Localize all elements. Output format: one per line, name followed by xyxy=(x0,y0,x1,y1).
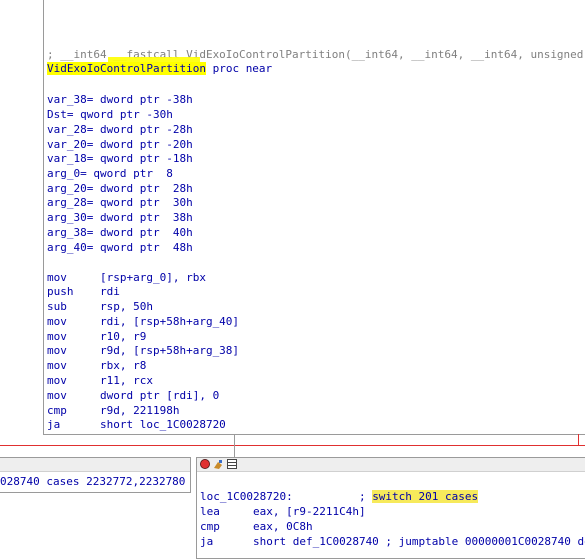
stack-var-line[interactable]: var_28= dword ptr -28h xyxy=(47,123,193,137)
instruction-line[interactable]: lea eax, [r9-2211C4h] xyxy=(200,505,366,519)
instruction-line[interactable]: ja short loc_1C0028720 xyxy=(47,418,226,432)
node-titlebar[interactable] xyxy=(197,458,585,472)
instruction-line[interactable]: sub rsp, 50h xyxy=(47,300,153,314)
graph-node-jumptable-cases[interactable]: 028740 cases 2232772,2232780 xyxy=(0,457,191,493)
stack-var-line[interactable]: var_38= dword ptr -38h xyxy=(47,93,193,107)
node-color-icon[interactable] xyxy=(200,459,210,469)
graph-node-switch[interactable]: loc_1C0028720: ; switch 201 cases lea ea… xyxy=(196,457,585,559)
instruction-line[interactable]: ja short def_1C0028740 ; jumptable 00000… xyxy=(200,535,585,549)
function-graph-node[interactable]: ; __int64 __fastcall VidExoIoControlPart… xyxy=(43,0,585,435)
instruction-line[interactable]: mov r10, r9 xyxy=(47,330,146,344)
stack-var-line[interactable]: arg_20= dword ptr 28h xyxy=(47,182,193,196)
instruction-line[interactable]: mov r11, rcx xyxy=(47,374,153,388)
graph-edge-true-branch xyxy=(578,434,579,446)
instruction-line[interactable]: mov rdi, [rsp+58h+arg_40] xyxy=(47,315,239,329)
proc-name-highlighted[interactable]: VidExoIoControlPartition xyxy=(47,62,206,75)
instruction-line[interactable]: mov [rsp+arg_0], rbx xyxy=(47,271,206,285)
stack-var-line[interactable]: arg_0= qword ptr 8 xyxy=(47,167,173,181)
graph-edge-false-branch xyxy=(0,445,585,446)
proc-header[interactable]: VidExoIoControlPartition proc near xyxy=(47,62,272,76)
instruction-line[interactable]: mov dword ptr [rdi], 0 xyxy=(47,389,219,403)
stack-var-line[interactable]: arg_40= qword ptr 48h xyxy=(47,241,193,255)
graph-edge-connector xyxy=(234,434,235,457)
stack-var-line[interactable]: var_18= qword ptr -18h xyxy=(47,152,193,166)
location-label: loc_1C0028720: ; xyxy=(200,490,373,503)
node-titlebar[interactable] xyxy=(0,458,190,472)
switch-label-line[interactable]: loc_1C0028720: ; switch 201 cases xyxy=(200,490,479,504)
stack-var-line[interactable]: arg_30= dword ptr 38h xyxy=(47,211,193,225)
stack-var-line[interactable]: var_20= dword ptr -20h xyxy=(47,138,193,152)
instruction-line[interactable]: cmp r9d, 221198h xyxy=(47,404,179,418)
proc-suffix: proc near xyxy=(205,62,273,75)
graph-overview-icon[interactable] xyxy=(227,459,237,469)
stack-var-line[interactable]: Dst= qword ptr -30h xyxy=(47,108,173,122)
instruction-line[interactable]: push rdi xyxy=(47,285,120,299)
switch-comment-highlighted: switch 201 cases xyxy=(372,490,479,503)
marker-highlight xyxy=(108,57,200,63)
instruction-line[interactable]: mov r9d, [rsp+58h+arg_38] xyxy=(47,344,239,358)
stack-var-line[interactable]: arg_28= qword ptr 30h xyxy=(47,196,193,210)
instruction-line[interactable]: mov rbx, r8 xyxy=(47,359,146,373)
paint-icon[interactable] xyxy=(213,459,223,469)
jumptable-cases-line[interactable]: 028740 cases 2232772,2232780 xyxy=(0,475,185,489)
instruction-line[interactable]: cmp eax, 0C8h xyxy=(200,520,313,534)
stack-var-line[interactable]: arg_38= dword ptr 40h xyxy=(47,226,193,240)
